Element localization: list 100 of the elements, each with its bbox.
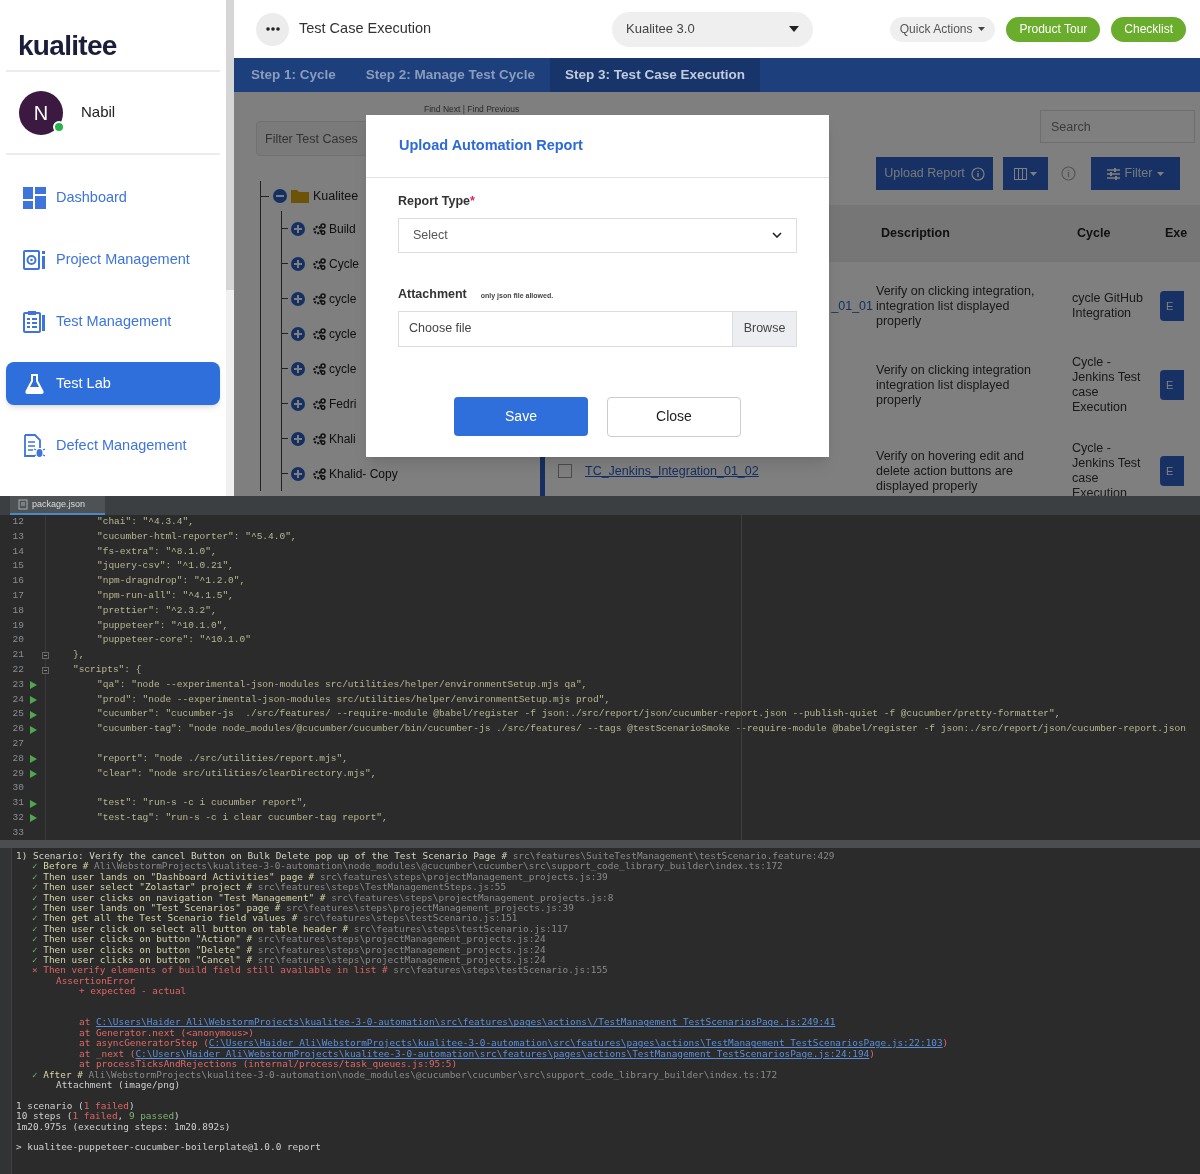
tree-item[interactable]: Fedri [329,394,357,413]
fold-icon[interactable] [41,666,49,674]
line-number: 29 [11,766,24,781]
gears-icon [313,397,326,410]
expand-icon[interactable] [291,361,305,376]
expand-icon[interactable] [291,256,305,271]
code-line: "puppeteer": "^10.1.0", [96,618,229,633]
tree-item[interactable]: cycle [329,359,357,378]
terminal-line: × Then verify elements of build field still available in list # src\features\steps\testScenario.js:155 [32,964,608,976]
code-line: "fs-extra": "^8.1.0", [96,544,217,559]
line-number: 18 [11,603,24,618]
tree-item[interactable]: Cycle [329,254,359,273]
play-icon[interactable] [29,755,37,764]
find-links[interactable]: Find Next | Find Previous [424,104,520,115]
execute-button[interactable]: E [1160,370,1184,400]
terminal-line: ✓ Then user lands on "Dashboard Activities" page # src\features\steps\projectManagement_projects.js:39 [32,870,608,882]
terminal-line: at processTicksAndRejections (internal/process/task_queues.js:95:5) [79,1058,458,1070]
terminal-line: 1) Scenario: Verify the cancel Button on Bulk Delete pop up of the Test Scenario Page # src\features\SuiteTestManagement\testScenario.feature:429 [16,850,835,861]
code-line: "cucumber-tag": "node node_modules/@cucumber/cucumber/bin/cucumber-js ./src/features/ --tags @testScenarioSmoke --require-module @babel/register -f json:./src/report/json/cucumber-report.json [96,722,1186,737]
terminal-line: ✓ Then get all the Test Scenario field values # src\features\steps\testScenario.js:151 [32,912,518,924]
tree-item[interactable]: cycle [329,289,357,308]
tree-item[interactable]: Khali [329,429,356,448]
code-line: "test": "run-s -c i cucumber report", [96,796,308,811]
header-button[interactable]: Product Tour [1006,16,1101,42]
file-path-link[interactable]: C:\Users\Haider Ali\WebstormProjects\kualitee-3-0-automation\src\features\pages\actions\TestManagement_TestScenariosPage.js:22:103 [208,1037,943,1049]
terminal-line: ✓ After # Ali\WebstormProjects\kualitee-3-0-automation\node_modules\@cucumber\cucumber\src\support_code_library_builder\index.ts:172 [32,1068,778,1080]
file-tab[interactable]: package.json [10,496,106,515]
scrollbar[interactable] [226,0,234,496]
row-checkbox[interactable] [558,464,572,478]
columns-button[interactable] [1003,157,1048,190]
code-line: "test-tag": "run-s -c i clear cucumber-tag report", [96,810,388,825]
expand-icon[interactable] [291,396,305,411]
play-icon[interactable] [29,769,37,778]
quick-actions-button[interactable]: Quick Actions [889,16,996,42]
expand-icon[interactable] [291,221,305,236]
terminal-line: ✓ Before # Ali\WebstormProjects\kualitee-3-0-automation\node_modules\@cucumber\cucumber\src\support_code_library_builder\index.ts:172 [32,860,783,872]
step-tab[interactable]: Step 2: Manage Test Cycle [350,58,551,92]
code-line: "jquery-csv": "^1.0.21", [96,559,234,574]
line-number: 31 [11,796,24,811]
test-case-link[interactable]: TC_Jenkins_Integration_01_02 [585,461,875,481]
nav-item[interactable]: Project Management [6,238,220,281]
play-icon[interactable] [29,725,37,734]
tree-item[interactable]: cycle [329,324,357,343]
play-icon[interactable] [29,799,37,808]
page-title: Test Case Execution [299,19,433,39]
line-number: 14 [11,544,24,559]
terminal-line: AssertionError [56,974,136,986]
terminal-line: ✓ Then user clicks on button "Action" # src\features\steps\projectManagement_projects.js:24 [32,933,546,945]
play-icon[interactable] [29,814,37,823]
terminal-line: ✓ Then user click on select all button on table header # src\features\steps\testScenario.js:117 [32,922,569,934]
step-tab[interactable]: Step 1: Cycle [236,58,351,92]
search-field[interactable]: Search [1040,110,1195,143]
nav-item[interactable]: Test Management [6,300,220,343]
report-type-select[interactable]: Select [398,217,797,253]
file-path-link[interactable]: C:\Users\Haider Ali\WebstormProjects\kualitee-3-0-automation\src\features\pages\actions\/TestManagement_TestScenariosPage.js:249:41 [95,1016,836,1028]
line-number: 22 [11,662,24,677]
nav-item[interactable]: Dashboard [6,176,220,219]
terminal-line: ✓ Then user clicks on button "Cancel" # src\features\steps\projectManagement_projects.js:24 [32,954,546,966]
expand-icon[interactable] [291,326,305,341]
line-number: 15 [11,559,24,574]
column-header: Cycle [1077,225,1112,243]
collapse-icon[interactable] [273,189,287,203]
code-line: "npm-run-all": "^4.1.5", [96,589,234,603]
expand-icon[interactable] [291,431,305,446]
execute-button[interactable]: E [1160,456,1184,486]
browse-button[interactable]: Browse [733,310,797,347]
header-button[interactable]: Checklist [1111,16,1186,42]
table-cell-text: Cycle - Jenkins Test case Execution [1072,355,1142,415]
nav-item[interactable]: Test Lab [6,362,220,405]
caret-icon [1157,171,1165,176]
project-dropdown[interactable]: Kualitee 3.0 [612,11,813,47]
gears-icon [313,432,326,445]
tree-item[interactable]: Kualitee [313,186,359,206]
info-icon[interactable] [1061,166,1076,181]
filter-button[interactable]: Filter [1091,157,1180,190]
more-button[interactable] [256,12,289,46]
columns-icon [1014,167,1027,180]
play-icon[interactable] [29,681,37,690]
caret-icon [1030,171,1037,176]
file-field[interactable]: Choose file [398,310,733,347]
execute-button[interactable]: E [1160,291,1184,321]
tree-item[interactable]: Khalid- Copy [329,464,398,483]
terminal-line: 1m20.975s (executing steps: 1m20.892s) [16,1120,231,1132]
close-button[interactable]: Close [607,396,741,437]
expand-icon[interactable] [291,466,305,481]
fold-icon[interactable] [41,652,49,660]
nav-item[interactable]: Defect Management [6,424,220,467]
upload-report-button[interactable]: Upload Report [876,157,993,190]
play-icon[interactable] [29,710,37,719]
save-button[interactable]: Save [454,396,588,436]
line-number: 30 [11,781,24,796]
terminal-line: 10 steps (1 failed, 9 passed) [16,1110,180,1122]
step-tab[interactable]: Step 3: Test Case Execution [550,58,760,92]
tree-item[interactable]: Build [329,219,356,238]
line-number: 20 [11,633,24,648]
line-number: 33 [11,825,24,840]
file-path-link[interactable]: C:\Users\Haider Ali\WebstormProjects\kualitee-3-0-automation\src\features\pages\actions\TestManagement_TestScenariosPage.js:24:194 [135,1047,870,1059]
line-number: 27 [11,736,24,751]
expand-icon[interactable] [291,291,305,306]
play-icon[interactable] [29,695,37,704]
